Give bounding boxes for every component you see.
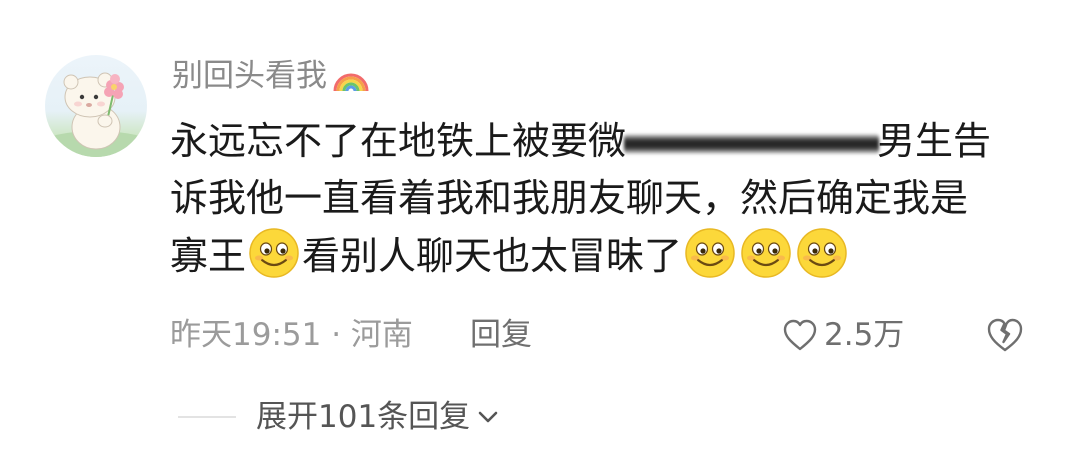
location: 河南 xyxy=(350,317,413,353)
broken-heart-icon xyxy=(987,318,1023,352)
avatar[interactable] xyxy=(45,55,147,157)
username-row[interactable]: 别回头看我 xyxy=(172,56,371,96)
like-button[interactable]: 2.5万 xyxy=(782,312,904,358)
bear-avatar-icon xyxy=(45,72,147,157)
redaction-bar xyxy=(624,133,880,154)
divider xyxy=(178,416,236,418)
comment-text-segment: 永远忘不了在地铁上被要微 xyxy=(170,119,627,163)
comment-text-segment: 男生告 xyxy=(877,119,992,163)
reply-button[interactable]: 回复 xyxy=(470,312,532,358)
grinning-face-emoji-icon xyxy=(249,228,299,278)
comment-line-2: 诉我他一直看着我和我朋友聊天，然后确定我是 xyxy=(170,170,1040,227)
meta-separator: · xyxy=(321,317,351,353)
grinning-face-emoji-icon xyxy=(741,228,791,278)
comment-text-segment: 寡王 xyxy=(170,234,247,278)
expand-replies-label: 展开101条回复 xyxy=(256,399,471,435)
chevron-down-icon xyxy=(478,411,498,423)
comment-meta: 昨天19:51 · 河南 xyxy=(170,312,413,358)
grinning-face-emoji-icon xyxy=(797,228,847,278)
comment-body: 永远忘不了在地铁上被要微 男生告 诉我他一直看着我和我朋友聊天，然后确定我是 寡王… xyxy=(170,113,1040,284)
grinning-face-emoji-icon xyxy=(685,228,735,278)
rainbow-icon xyxy=(333,73,369,92)
username[interactable]: 别回头看我 xyxy=(172,56,327,96)
like-count: 2.5万 xyxy=(824,317,905,353)
comment-meta-row: 昨天19:51 · 河南 回复 2.5万 xyxy=(170,312,1040,358)
expand-replies-row: 展开101条回复 xyxy=(178,392,500,442)
comment-line-3: 寡王 看别人聊天也太冒昧了 xyxy=(170,227,1040,284)
dislike-button[interactable] xyxy=(985,315,1025,355)
timestamp: 昨天19:51 xyxy=(170,317,322,353)
comment-line-1: 永远忘不了在地铁上被要微 男生告 xyxy=(170,113,1040,170)
expand-replies-button[interactable]: 展开101条回复 xyxy=(256,392,500,442)
heart-outline-icon xyxy=(783,319,817,351)
comment-text-segment: 看别人聊天也太冒昧了 xyxy=(302,234,683,278)
comment-text-segment: 诉我他一直看着我和我朋友聊天，然后确定我是 xyxy=(170,176,969,220)
